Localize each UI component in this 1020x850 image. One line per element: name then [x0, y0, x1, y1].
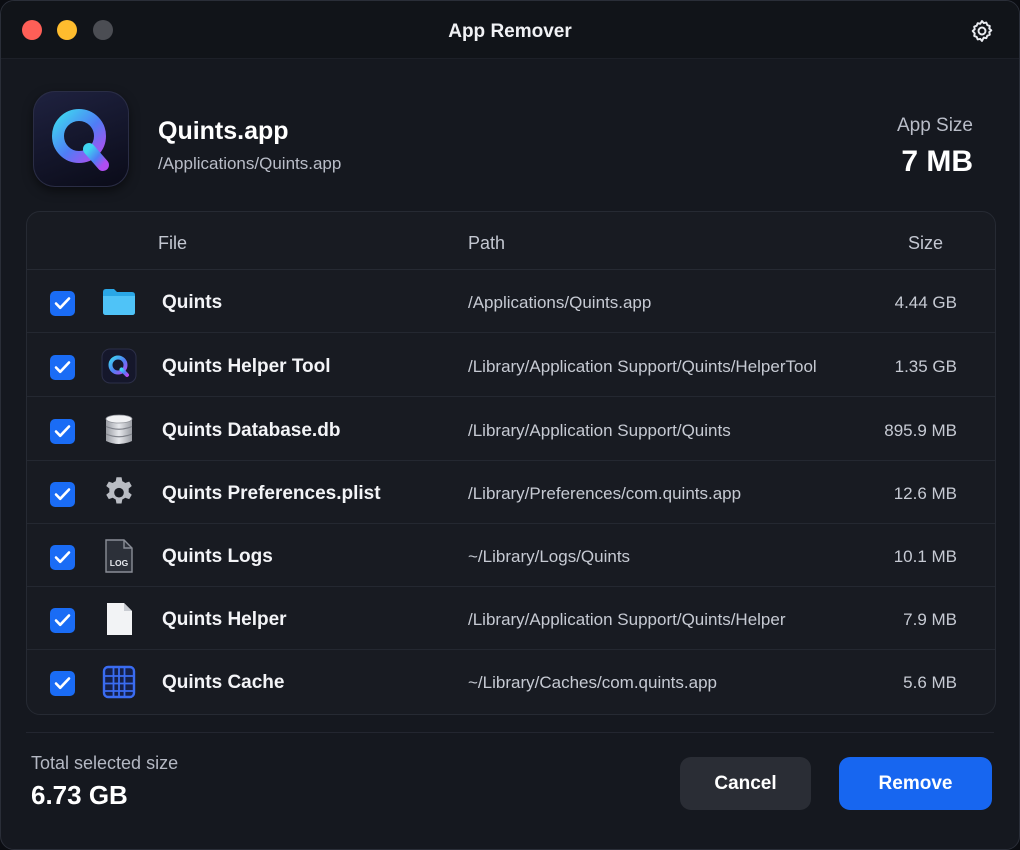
- column-header-path: Path: [468, 233, 506, 253]
- file-size: 4.44 GB: [894, 293, 957, 312]
- table-row[interactable]: Quints Database.db /Library/Application …: [27, 398, 995, 461]
- file-path: /Library/Application Support/Quints: [468, 421, 731, 440]
- folder-icon: [101, 284, 137, 320]
- app-header: Quints.app /Applications/Quints.app App …: [1, 59, 1019, 209]
- table-header: File Path Size: [27, 212, 995, 270]
- file-name: Quints Logs: [162, 546, 273, 567]
- row-checkbox[interactable]: [50, 482, 75, 507]
- cache-grid-icon: [101, 664, 137, 700]
- table-row[interactable]: Quints /Applications/Quints.app 4.44 GB: [27, 270, 995, 333]
- window-title: App Remover: [448, 21, 572, 42]
- file-name: Quints Database.db: [162, 420, 341, 441]
- footer-divider: [26, 732, 994, 733]
- quints-logo-icon: [33, 91, 129, 187]
- file-size: 895.9 MB: [884, 421, 957, 440]
- file-path: /Library/Application Support/Quints/Help…: [468, 610, 786, 629]
- database-icon: [101, 412, 137, 448]
- file-size: 1.35 GB: [894, 357, 957, 376]
- table-row[interactable]: LOG Quints Logs ~/Library/Logs/Quints 10…: [27, 524, 995, 587]
- file-name: Quints Preferences.plist: [162, 483, 381, 504]
- file-path: /Library/Preferences/com.quints.app: [468, 484, 742, 503]
- gear-file-icon: [101, 475, 137, 511]
- document-icon: [101, 601, 137, 637]
- table-row[interactable]: Quints Helper Tool /Library/Application …: [27, 334, 995, 397]
- file-size: 5.6 MB: [903, 673, 957, 692]
- file-name: Quints Helper: [162, 609, 287, 630]
- total-selected-label: Total selected size: [31, 753, 179, 773]
- log-file-icon: LOG: [101, 538, 137, 574]
- row-checkbox[interactable]: [50, 419, 75, 444]
- app-remover-window: App Remover Quints.app /Applications/Qui…: [0, 0, 1020, 850]
- row-checkbox[interactable]: [50, 545, 75, 570]
- files-table: File Path Size Quints /Applications/Quin…: [26, 211, 996, 715]
- log-icon-label: LOG: [110, 558, 129, 568]
- table-row[interactable]: Quints Helper /Library/Application Suppo…: [27, 587, 995, 650]
- file-size: 7.9 MB: [903, 610, 957, 629]
- app-size-label: App Size: [896, 115, 973, 136]
- row-checkbox[interactable]: [50, 608, 75, 633]
- file-path: ~/Library/Caches/com.quints.app: [468, 673, 717, 692]
- table-row[interactable]: Quints Cache ~/Library/Caches/com.quints…: [27, 650, 995, 713]
- title-bar: App Remover: [1, 1, 1019, 59]
- app-path: /Applications/Quints.app: [158, 154, 342, 173]
- app-name: Quints.app: [158, 117, 289, 145]
- row-checkbox[interactable]: [50, 671, 75, 696]
- file-size: 12.6 MB: [893, 484, 957, 503]
- file-name: Quints Helper Tool: [162, 356, 331, 377]
- file-size: 10.1 MB: [893, 547, 957, 566]
- app-size-value: 7 MB: [901, 145, 973, 178]
- cancel-button[interactable]: Cancel: [680, 757, 811, 810]
- column-header-size: Size: [907, 233, 943, 253]
- file-name: Quints: [162, 292, 223, 313]
- quints-helper-icon: [101, 348, 137, 384]
- file-path: /Library/Application Support/Quints/Help…: [468, 357, 817, 376]
- file-path: /Applications/Quints.app: [468, 293, 652, 312]
- row-checkbox[interactable]: [50, 291, 75, 316]
- file-name: Quints Cache: [162, 672, 285, 693]
- total-selected-value: 6.73 GB: [31, 780, 128, 810]
- remove-button[interactable]: Remove: [839, 757, 992, 810]
- column-header-file: File: [158, 233, 188, 253]
- settings-gear-icon[interactable]: [969, 18, 995, 44]
- table-row[interactable]: Quints Preferences.plist /Library/Prefer…: [27, 461, 995, 524]
- row-checkbox[interactable]: [50, 355, 75, 380]
- file-path: ~/Library/Logs/Quints: [468, 547, 631, 566]
